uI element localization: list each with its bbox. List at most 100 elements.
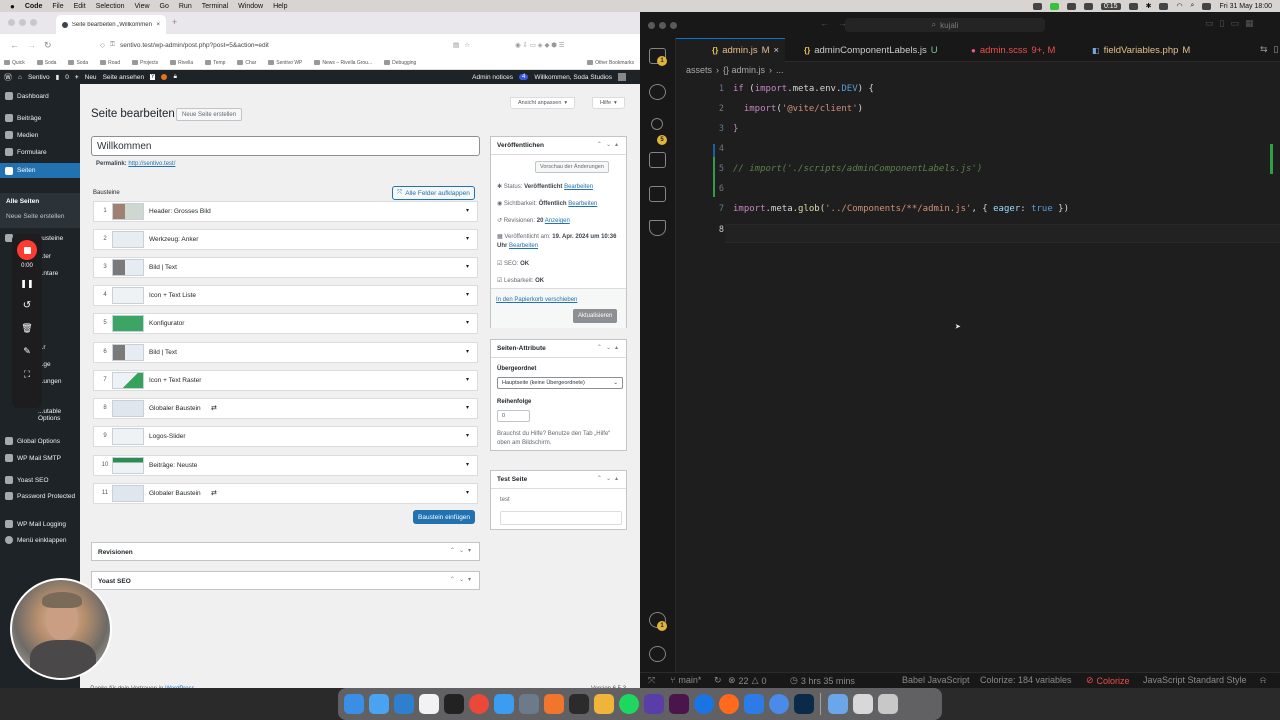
wordpress-logo-icon[interactable]: Ⓦ <box>4 72 12 83</box>
panel-controls[interactable]: ⌃⌄▴ <box>597 141 622 148</box>
bookmark-item[interactable]: News – Rivella Grou... <box>314 60 372 66</box>
revisions-panel[interactable]: Revisionen ⌃⌄▾ <box>91 542 480 561</box>
block-row[interactable]: 11 Globaler Baustein ⇄ ▾ <box>93 483 478 504</box>
pause-icon[interactable]: ❚❚ <box>20 279 33 288</box>
timer-badge[interactable]: 0:15 <box>1100 2 1121 10</box>
slack-icon[interactable] <box>668 694 689 714</box>
caret-down-icon[interactable]: ▾ <box>466 235 469 242</box>
problems-status[interactable]: ⊗ 22 △ 0 <box>728 675 767 686</box>
app-icon[interactable] <box>768 694 789 714</box>
insert-block-button[interactable]: Baustein einfügen <box>413 510 476 524</box>
extensions-icon[interactable] <box>649 186 666 202</box>
bookmark-item[interactable]: Debugging <box>384 60 416 66</box>
branch-status[interactable]: ⑂ main* <box>670 675 701 685</box>
spotify-icon[interactable] <box>618 694 639 714</box>
minimize-window-icon[interactable] <box>659 22 666 29</box>
figma-icon[interactable] <box>568 694 589 714</box>
sidebar-item-seiten[interactable]: Seiten <box>0 163 80 178</box>
edit-visibility-link[interactable]: Bearbeiten <box>568 201 597 207</box>
bookmark-item[interactable]: Soda <box>68 60 88 66</box>
caret-down-icon[interactable]: ▾ <box>466 207 469 214</box>
split-editor-icons[interactable]: ⇆▯ <box>1260 44 1280 55</box>
breadcrumb-folder[interactable]: assets <box>686 65 712 75</box>
restart-icon[interactable]: ↺ <box>23 300 31 311</box>
order-input[interactable]: 0 <box>497 410 530 422</box>
menu-window[interactable]: Window <box>238 3 263 10</box>
site-name[interactable]: Sentivo <box>28 74 50 81</box>
panel-controls[interactable]: ⌃⌄▾ <box>450 576 475 583</box>
bookmark-item[interactable]: Quick <box>4 60 25 66</box>
sidebar-item-wp-mail-smtp[interactable]: WP Mail SMTP <box>0 452 80 464</box>
close-tab-icon[interactable]: × <box>774 45 780 56</box>
post-title-input[interactable]: Willkommen <box>91 136 480 156</box>
test-field-input[interactable] <box>500 511 622 525</box>
sidebar-item-partial[interactable]: ...ter <box>38 250 80 262</box>
caret-down-icon[interactable]: ▾ <box>466 376 469 383</box>
firefox-icon[interactable] <box>718 694 739 714</box>
sidebar-collapse[interactable]: Menü einklappen <box>0 534 80 546</box>
update-button[interactable]: Aktualisieren <box>573 309 618 323</box>
block-row[interactable]: 4 Icon + Text Liste ▾ <box>93 285 478 306</box>
time-tracker[interactable]: ◷ 3 hrs 35 mins <box>790 675 855 686</box>
caret-down-icon[interactable]: ▾ <box>466 319 469 326</box>
screen-options-button[interactable]: Ansicht anpassen ▾ <box>510 97 576 109</box>
reader-icon[interactable]: ▤ <box>453 41 459 49</box>
chrome-icon[interactable] <box>468 694 489 714</box>
sidebar-item-wp-mail-logging[interactable]: WP Mail Logging <box>0 518 80 530</box>
search-icon[interactable]: ⌕ <box>1191 2 1195 10</box>
menu-app-name[interactable]: Code <box>25 3 43 10</box>
block-row[interactable]: 6 Bild | Text ▾ <box>93 342 478 363</box>
caret-down-icon[interactable]: ▾ <box>466 432 469 439</box>
tab-admin-js[interactable]: {} admin.js M × <box>676 38 786 62</box>
sidebar-item-medien[interactable]: Medien <box>0 129 80 141</box>
menu-go[interactable]: Go <box>160 3 169 10</box>
command-center-search[interactable]: ⌕ kujali <box>845 18 1045 32</box>
preview-icon[interactable] <box>518 694 539 714</box>
testing-icon[interactable] <box>649 220 666 236</box>
new-page-button[interactable]: Neue Seite erstellen <box>176 108 243 121</box>
trash-link[interactable]: In den Papierkorb verschieben <box>496 297 577 303</box>
panel-controls[interactable]: ⌃⌄▾ <box>450 547 475 554</box>
other-bookmarks[interactable]: Other Bookmarks <box>587 60 640 66</box>
sidebar-item-beitraege[interactable]: Beiträge <box>0 112 80 124</box>
bluetooth-icon[interactable]: ✱ <box>1146 2 1152 10</box>
caret-down-icon[interactable]: ▾ <box>466 489 469 496</box>
tab-admin-component-labels[interactable]: {} adminComponentLabels.js U <box>798 38 944 62</box>
comments-count[interactable]: 0 <box>65 74 69 81</box>
search-icon[interactable] <box>649 84 666 100</box>
close-window-icon[interactable] <box>8 19 15 26</box>
submenu-alle-seiten[interactable]: Alle Seiten <box>6 198 39 205</box>
panel-controls[interactable]: ⌃⌄▴ <box>597 344 622 351</box>
clock[interactable]: Fri 31 May 18:00 <box>1219 3 1272 10</box>
bookmark-star-icon[interactable]: ☆ <box>464 41 470 49</box>
gear-icon[interactable] <box>649 646 666 662</box>
home-icon[interactable]: ⌂ <box>18 74 22 81</box>
submenu-neue-seite[interactable]: Neue Seite erstellen <box>6 213 65 220</box>
address-bar[interactable]: ◇ ⚿ sentivo.test/wp-admin/post.php?post=… <box>100 37 470 53</box>
block-row[interactable]: 1 Header: Grosses Bild ▾ <box>93 201 478 222</box>
zoom-window-icon[interactable] <box>670 22 677 29</box>
user-avatar[interactable] <box>618 73 626 81</box>
menu-selection[interactable]: Selection <box>96 3 125 10</box>
menu-help[interactable]: Help <box>273 3 287 10</box>
bookmark-item[interactable]: Rivella <box>170 60 193 66</box>
tray-app-icon[interactable] <box>1128 2 1138 10</box>
terminal-icon[interactable] <box>443 694 464 714</box>
tray-app-icon[interactable] <box>1083 2 1093 10</box>
bookmark-item[interactable]: Projects <box>132 60 158 66</box>
bookmark-item[interactable]: Temp <box>205 60 225 66</box>
caret-down-icon[interactable]: ▾ <box>466 291 469 298</box>
block-row[interactable]: 9 Logos-Slider ▾ <box>93 426 478 447</box>
caret-down-icon[interactable]: ▾ <box>466 263 469 270</box>
bookmark-item[interactable]: Sentivo WP <box>268 60 302 66</box>
permalink-url[interactable]: http://sentivo.test/ <box>128 161 175 167</box>
new-tab-icon[interactable]: + <box>172 17 177 27</box>
block-row[interactable]: 3 Bild | Text ▾ <box>93 257 478 278</box>
trash-icon[interactable]: 🗑︎ <box>21 323 32 334</box>
sidebar-item-password-protected[interactable]: Password Protected <box>0 492 80 514</box>
safari-icon[interactable] <box>693 694 714 714</box>
block-row[interactable]: 5 Konfigurator ▾ <box>93 313 478 334</box>
sidebar-item-partial[interactable]: ...ge <box>38 358 80 370</box>
admin-notices-link[interactable]: Admin notices <box>472 74 513 81</box>
new-content-link[interactable]: Neu <box>85 74 97 81</box>
